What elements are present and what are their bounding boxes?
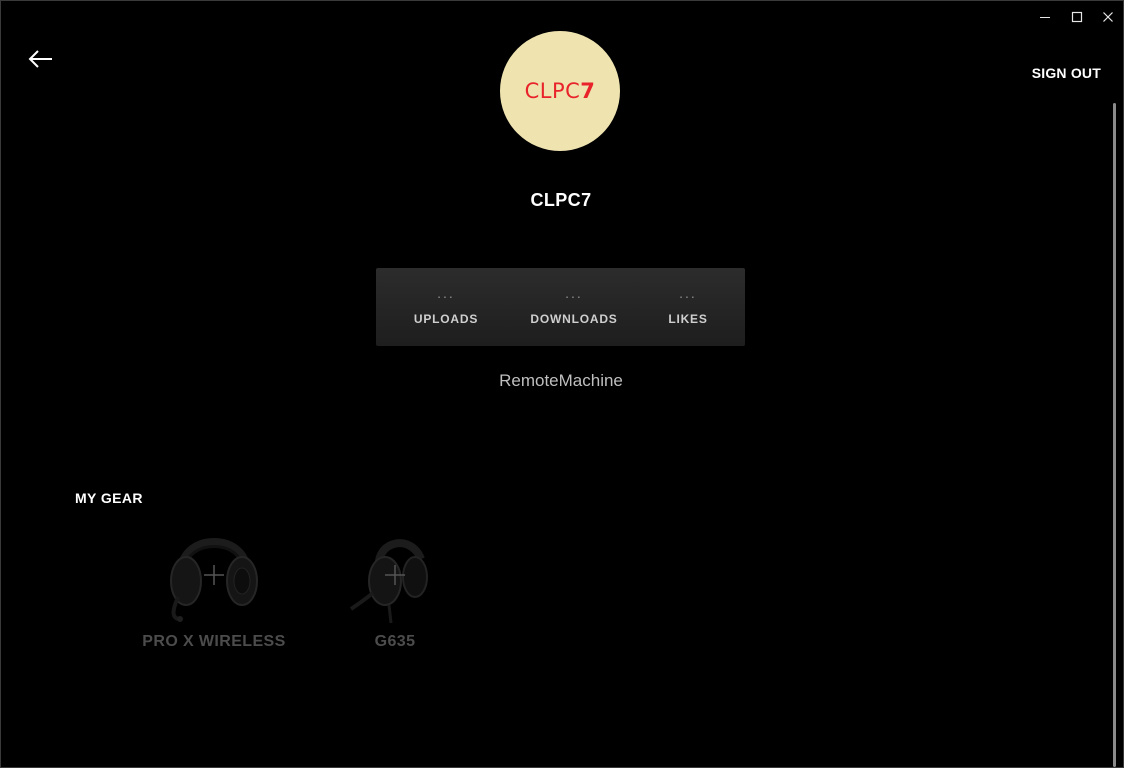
stats-panel: ... UPLOADS ... DOWNLOADS ... LIKES: [376, 268, 745, 346]
stat-likes[interactable]: ... LIKES: [658, 268, 718, 346]
headset-icon: [349, 539, 428, 624]
gear-item-pro-x-wireless[interactable]: PRO X WIRELESS: [124, 519, 304, 659]
gear-item-g635[interactable]: G635: [305, 519, 485, 659]
stat-likes-label: LIKES: [668, 312, 708, 326]
vertical-scrollbar[interactable]: [1113, 103, 1116, 767]
machine-name: RemoteMachine: [499, 371, 623, 390]
sign-out-button[interactable]: SIGN OUT: [1032, 65, 1101, 81]
headset-icon: [170, 538, 258, 622]
arrow-left-icon: [28, 50, 52, 68]
gear-item-name: PRO X WIRELESS: [142, 633, 286, 650]
avatar-initials: CLPC7: [524, 79, 596, 103]
my-gear-heading: MY GEAR: [75, 490, 143, 506]
minimize-icon: [1040, 17, 1050, 18]
close-button[interactable]: [1093, 7, 1123, 27]
stat-downloads-label: DOWNLOADS: [530, 312, 618, 326]
username: CLPC7: [530, 190, 592, 210]
stat-uploads-label: UPLOADS: [413, 312, 479, 326]
stat-likes-value: ...: [679, 285, 697, 301]
avatar[interactable]: CLPC7: [500, 31, 620, 151]
stat-downloads-value: ...: [565, 285, 583, 301]
app-window: SIGN OUT CLPC7 CLPC7 ... UPLOADS ... DOW…: [0, 0, 1124, 768]
stat-downloads[interactable]: ... DOWNLOADS: [524, 268, 624, 346]
stat-uploads[interactable]: ... UPLOADS: [406, 268, 486, 346]
maximize-icon: [1071, 11, 1083, 23]
maximize-button[interactable]: [1062, 7, 1092, 27]
back-button[interactable]: [25, 47, 57, 71]
minimize-button[interactable]: [1030, 7, 1060, 27]
close-icon: [1103, 12, 1113, 22]
stat-uploads-value: ...: [437, 285, 455, 301]
gear-item-name: G635: [374, 633, 416, 650]
